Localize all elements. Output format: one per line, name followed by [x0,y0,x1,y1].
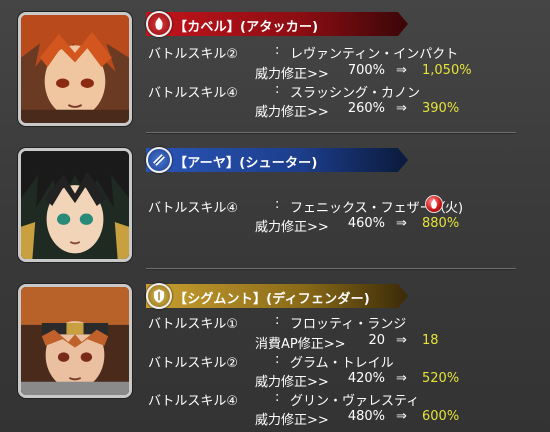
skill-name: フェニックス・フェザー（ [290,201,446,216]
modifier-label: 威力修正>> [255,413,329,428]
character-name-cabel: 【カベル】(アタッカー) [174,20,319,35]
character-name-aya: 【アーヤ】(シューター) [174,156,318,171]
skill-label: バトルスキル④ [148,394,239,409]
skill-label: バトルスキル④ [148,201,239,216]
element-label: 火) [445,201,464,216]
skill-name: グリン・ヴァレスティ [290,394,420,409]
modifier-label: 威力修正>> [255,105,329,120]
skill-label: バトルスキル② [148,356,239,371]
value-before: 260% [347,101,385,116]
cabel-portrait-image [21,15,129,123]
value-after: 880% [422,216,460,231]
value-before: 480% [347,409,385,424]
colon: : [275,82,280,97]
colon: : [275,313,280,328]
banner-sigmund: 【シグムント】(ディフェンダー) [146,284,408,308]
value-after: 390% [422,101,460,116]
skill-name: レヴァンティン・インパクト [290,47,459,62]
arrow-icon: ⇒ [396,216,407,231]
portrait-cabel [18,12,132,126]
bow-emblem-icon [146,147,172,173]
skill-name: フロッティ・ランジ [290,317,407,332]
sigmund-portrait-image [21,287,129,395]
divider [146,268,516,269]
modifier-label: 消費AP修正>> [255,337,346,352]
shield-emblem-icon [146,283,172,309]
value-before: 20 [368,333,385,348]
flame-emblem-icon [146,11,172,37]
portrait-sigmund [18,284,132,398]
value-after: 18 [422,333,439,348]
colon: : [275,390,280,405]
modifier-label: 威力修正>> [255,67,329,82]
fire-element-icon [425,195,443,213]
banner-aya: 【アーヤ】(シューター) [146,148,408,172]
value-after: 600% [422,409,460,424]
colon: : [275,197,280,212]
portrait-aya [18,148,132,262]
value-before: 700% [347,63,385,78]
skill-label: バトルスキル④ [148,86,239,101]
arrow-icon: ⇒ [396,409,407,424]
value-after: 520% [422,371,460,386]
aya-portrait-image [21,151,129,259]
character-name-sigmund: 【シグムント】(ディフェンダー) [174,292,370,307]
modifier-label: 威力修正>> [255,220,329,235]
skill-label: バトルスキル① [148,317,239,332]
value-after: 1,050% [422,63,472,78]
arrow-icon: ⇒ [396,333,407,348]
modifier-label: 威力修正>> [255,375,329,390]
colon: : [275,43,280,58]
colon: : [275,352,280,367]
value-before: 420% [347,371,385,386]
banner-cabel: 【カベル】(アタッカー) [146,12,408,36]
arrow-icon: ⇒ [396,101,407,116]
divider [146,132,516,133]
arrow-icon: ⇒ [396,63,407,78]
skill-name: グラム・トレイル [290,356,394,371]
skill-label: バトルスキル② [148,47,239,62]
value-before: 460% [347,216,385,231]
arrow-icon: ⇒ [396,371,407,386]
skill-name: スラッシング・カノン [290,86,421,101]
